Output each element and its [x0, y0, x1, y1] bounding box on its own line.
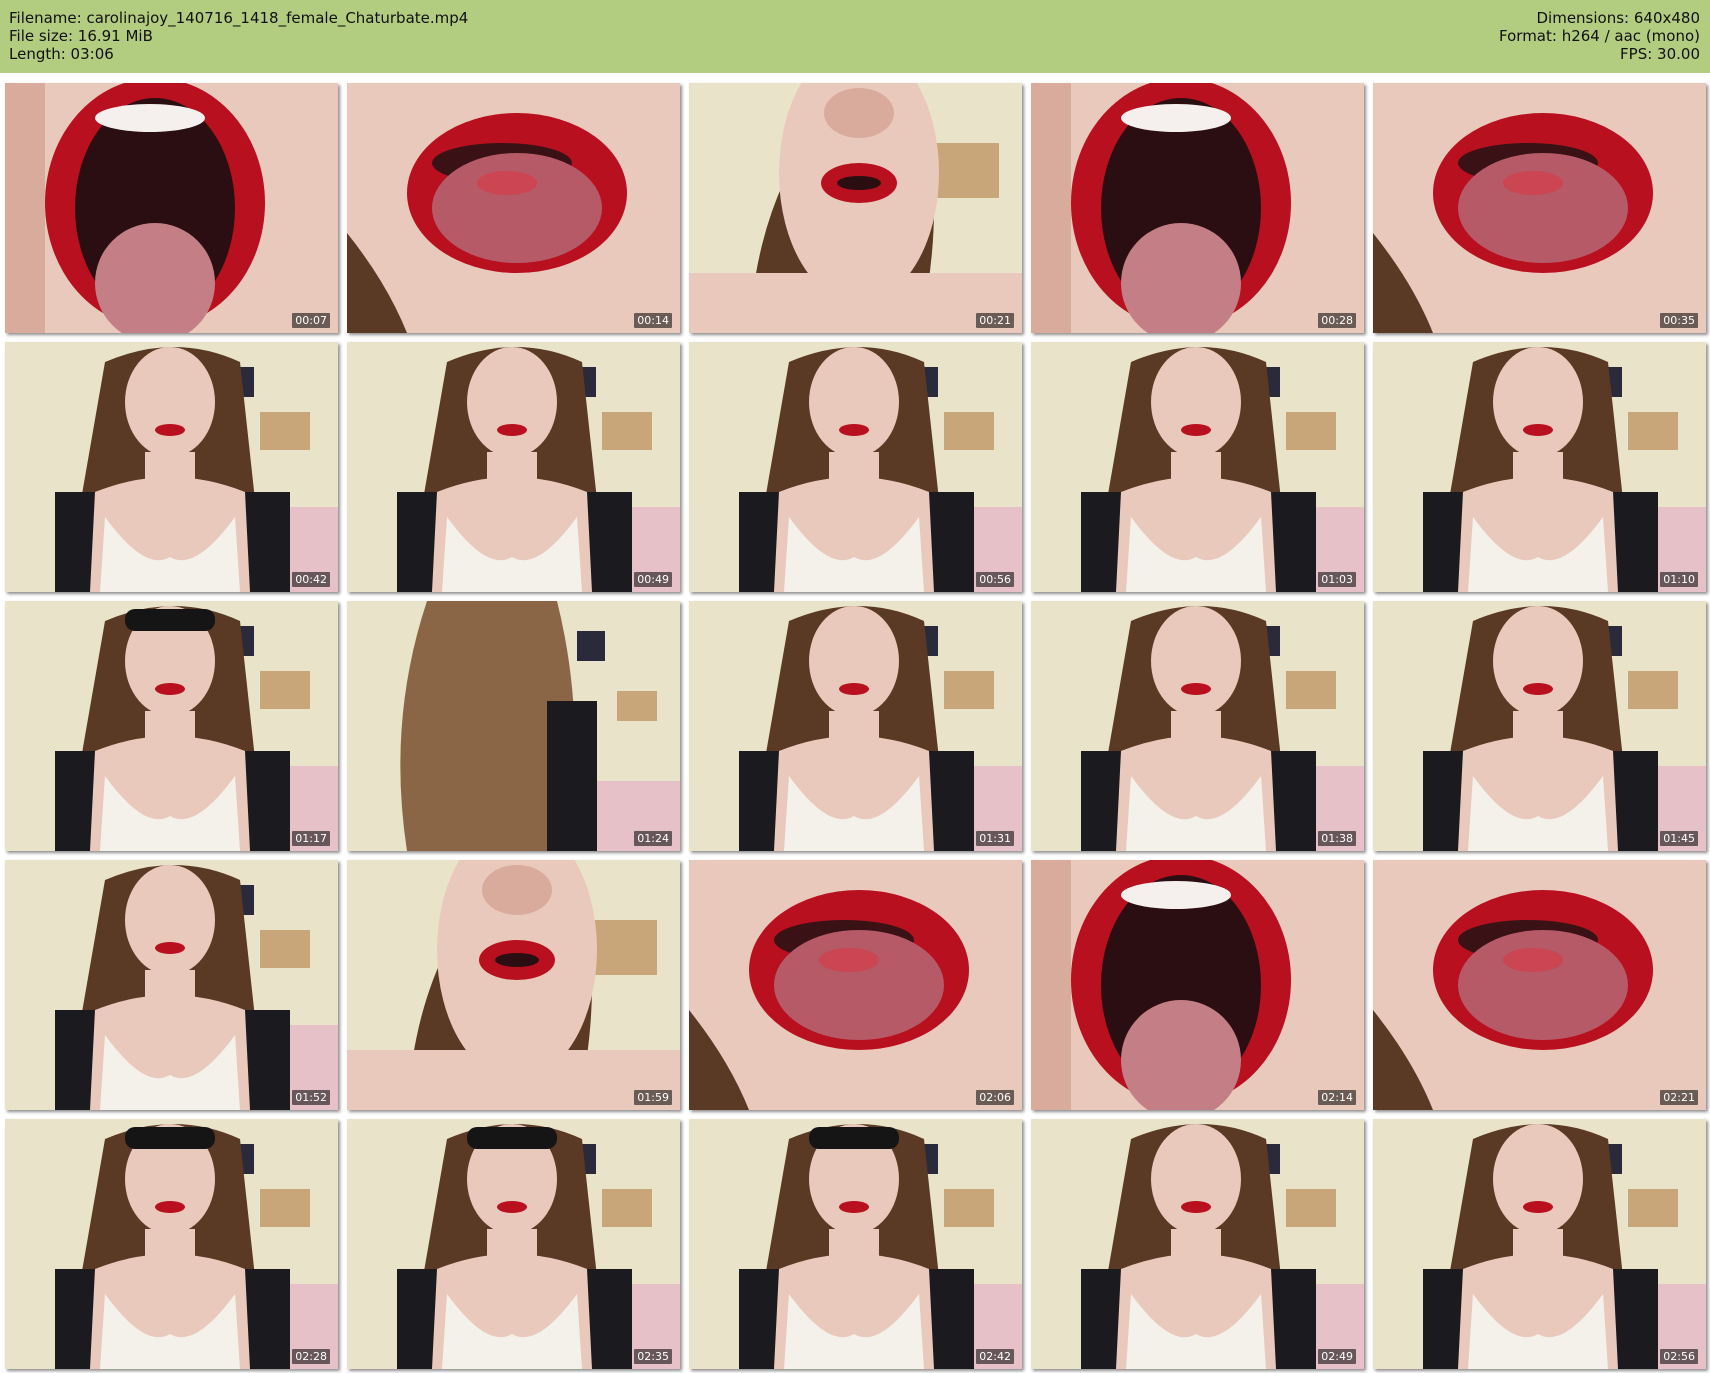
dimensions-text: Dimensions: 640x480 — [1536, 9, 1700, 27]
thumbnail-frame-image — [5, 601, 338, 851]
video-thumbnail: 00:56 — [689, 342, 1022, 592]
video-thumbnail: 02:06 — [689, 860, 1022, 1110]
file-info-header: Filename: carolinajoy_140716_1418_female… — [0, 0, 1710, 73]
video-thumbnail: 02:49 — [1031, 1119, 1364, 1369]
thumbnail-frame-image — [1031, 83, 1364, 333]
format-text: Format: h264 / aac (mono) — [1499, 27, 1700, 45]
thumbnail-frame-image — [689, 83, 1022, 333]
thumbnail-frame-image — [1031, 1119, 1364, 1369]
thumbnail-frame-image — [689, 860, 1022, 1110]
thumbnail-frame-image — [347, 860, 680, 1110]
thumbnail-frame-image — [1373, 1119, 1706, 1369]
video-thumbnail: 00:35 — [1373, 83, 1706, 333]
video-thumbnail: 01:17 — [5, 601, 338, 851]
thumbnail-frame-image — [5, 83, 338, 333]
timestamp-label: 00:21 — [976, 313, 1014, 328]
thumbnail-frame-image — [1373, 860, 1706, 1110]
video-thumbnail: 00:28 — [1031, 83, 1364, 333]
video-thumbnail: 01:31 — [689, 601, 1022, 851]
thumbnail-frame-image — [5, 860, 338, 1110]
filename-text: Filename: carolinajoy_140716_1418_female… — [9, 9, 469, 27]
thumbnail-frame-image — [1373, 83, 1706, 333]
video-thumbnail: 00:07 — [5, 83, 338, 333]
timestamp-label: 02:56 — [1660, 1349, 1698, 1364]
file-info-right: Dimensions: 640x480 Format: h264 / aac (… — [1499, 9, 1700, 63]
timestamp-label: 01:59 — [634, 1090, 672, 1105]
timestamp-label: 00:28 — [1318, 313, 1356, 328]
thumbnail-frame-image — [1373, 601, 1706, 851]
video-thumbnail: 00:21 — [689, 83, 1022, 333]
video-thumbnail: 00:42 — [5, 342, 338, 592]
timestamp-label: 01:52 — [292, 1090, 330, 1105]
thumbnail-frame-image — [347, 601, 680, 851]
thumbnail-frame-image — [1031, 601, 1364, 851]
timestamp-label: 01:31 — [976, 831, 1014, 846]
timestamp-label: 01:03 — [1318, 572, 1356, 587]
video-thumbnail: 02:42 — [689, 1119, 1022, 1369]
thumbnail-frame-image — [347, 342, 680, 592]
thumbnail-frame-image — [689, 342, 1022, 592]
video-thumbnail: 02:14 — [1031, 860, 1364, 1110]
timestamp-label: 02:42 — [976, 1349, 1014, 1364]
timestamp-label: 01:17 — [292, 831, 330, 846]
thumbnail-frame-image — [5, 342, 338, 592]
timestamp-label: 01:24 — [634, 831, 672, 846]
timestamp-label: 01:45 — [1660, 831, 1698, 846]
thumbnail-frame-image — [1031, 342, 1364, 592]
video-thumbnail: 01:03 — [1031, 342, 1364, 592]
timestamp-label: 00:56 — [976, 572, 1014, 587]
thumbnail-grid: 00:07 00:14 00:21 00:28 00:35 00:42 00:4… — [5, 83, 1706, 1369]
video-thumbnail: 02:21 — [1373, 860, 1706, 1110]
thumbnail-frame-image — [1031, 860, 1364, 1110]
fps-text: FPS: 30.00 — [1620, 45, 1700, 63]
thumbnail-frame-image — [5, 1119, 338, 1369]
timestamp-label: 02:28 — [292, 1349, 330, 1364]
video-thumbnail: 01:52 — [5, 860, 338, 1110]
timestamp-label: 02:14 — [1318, 1090, 1356, 1105]
timestamp-label: 00:42 — [292, 572, 330, 587]
timestamp-label: 02:35 — [634, 1349, 672, 1364]
timestamp-label: 02:06 — [976, 1090, 1014, 1105]
timestamp-label: 01:38 — [1318, 831, 1356, 846]
video-thumbnail: 01:38 — [1031, 601, 1364, 851]
timestamp-label: 02:49 — [1318, 1349, 1356, 1364]
video-thumbnail: 00:49 — [347, 342, 680, 592]
video-thumbnail: 00:14 — [347, 83, 680, 333]
length-text: Length: 03:06 — [9, 45, 114, 63]
timestamp-label: 01:10 — [1660, 572, 1698, 587]
thumbnail-frame-image — [689, 1119, 1022, 1369]
file-info-left: Filename: carolinajoy_140716_1418_female… — [9, 9, 468, 63]
thumbnail-frame-image — [1373, 342, 1706, 592]
video-thumbnail: 01:45 — [1373, 601, 1706, 851]
timestamp-label: 00:49 — [634, 572, 672, 587]
video-thumbnail: 01:24 — [347, 601, 680, 851]
thumbnail-frame-image — [347, 1119, 680, 1369]
thumbnail-frame-image — [347, 83, 680, 333]
filesize-text: File size: 16.91 MiB — [9, 27, 153, 45]
video-thumbnail: 01:10 — [1373, 342, 1706, 592]
timestamp-label: 02:21 — [1660, 1090, 1698, 1105]
timestamp-label: 00:07 — [292, 313, 330, 328]
video-thumbnail: 02:56 — [1373, 1119, 1706, 1369]
video-thumbnail: 02:28 — [5, 1119, 338, 1369]
video-thumbnail: 01:59 — [347, 860, 680, 1110]
timestamp-label: 00:35 — [1660, 313, 1698, 328]
timestamp-label: 00:14 — [634, 313, 672, 328]
video-thumbnail: 02:35 — [347, 1119, 680, 1369]
thumbnail-frame-image — [689, 601, 1022, 851]
